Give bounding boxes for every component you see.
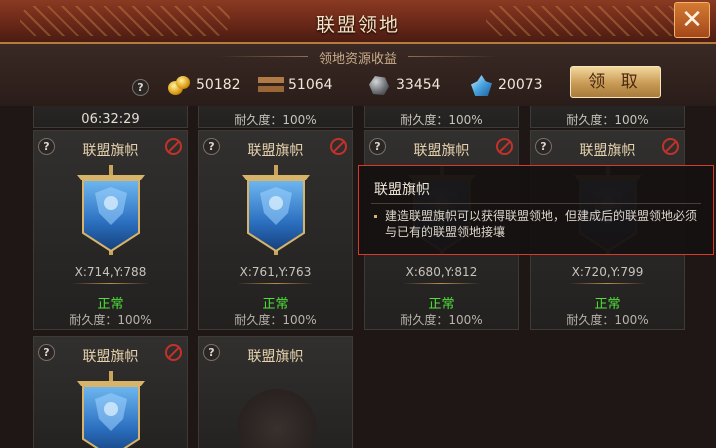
- demolish-icon[interactable]: [165, 344, 182, 361]
- status-text: 正常: [428, 297, 455, 312]
- durability-text: 耐久度：100%: [566, 113, 649, 127]
- crystal-value: 20073: [498, 77, 543, 93]
- card-title: 联盟旗帜: [413, 143, 470, 159]
- durability-text: 耐久度：100%: [400, 113, 483, 127]
- alliance-flag-icon: [71, 165, 151, 255]
- divider: [408, 56, 498, 57]
- territory-card-partial[interactable]: 06:32:29: [33, 106, 188, 128]
- alliance-flag-icon: [236, 165, 316, 255]
- card-title: 联盟旗帜: [247, 143, 304, 159]
- territory-card-empty[interactable]: ? 联盟旗帜: [198, 336, 353, 448]
- crystal-icon: [468, 74, 494, 96]
- bullet-icon: [374, 215, 377, 218]
- resource-wood: 51064: [258, 72, 333, 98]
- divider: [371, 203, 701, 204]
- status-text: 正常: [97, 297, 124, 312]
- wood-value: 51064: [288, 77, 333, 93]
- window-title: 联盟领地: [315, 14, 400, 36]
- resource-stone: 33454: [366, 72, 441, 98]
- divider: [403, 283, 480, 284]
- gold-icon: [166, 74, 192, 96]
- resource-gold: 50182: [166, 72, 241, 98]
- gold-value: 50182: [196, 77, 241, 93]
- status-text: 正常: [594, 297, 621, 312]
- stone-value: 33454: [396, 77, 441, 93]
- durability-text: 耐久度：100%: [566, 313, 649, 327]
- coordinate-link[interactable]: X:680,Y:812: [365, 265, 518, 279]
- territory-card-partial[interactable]: 耐久度：100%: [530, 106, 685, 128]
- claim-button[interactable]: 领 取: [570, 66, 661, 98]
- divider: [237, 283, 314, 284]
- resource-help-icon[interactable]: ?: [132, 79, 149, 96]
- title-bar: 联盟领地 ✕: [0, 0, 716, 44]
- demolish-icon[interactable]: [496, 138, 513, 155]
- alliance-territory-window: 联盟领地 ✕ 领地资源收益 ? 50182 51064 33454 20073 …: [0, 0, 716, 448]
- status-text: 正常: [262, 297, 289, 312]
- stone-icon: [366, 74, 392, 96]
- tooltip-body: 建造联盟旗帜可以获得联盟领地，但建成后的联盟领地必须与已有的联盟领地接壤: [385, 209, 698, 239]
- demolish-icon[interactable]: [662, 138, 679, 155]
- durability-text: 耐久度：100%: [69, 313, 152, 327]
- durability-text: 耐久度：100%: [234, 313, 317, 327]
- divider: [569, 283, 646, 284]
- card-title: 联盟旗帜: [82, 143, 139, 159]
- durability-text: 耐久度：100%: [234, 113, 317, 127]
- alliance-flag-icon: [71, 371, 151, 448]
- card-title: 联盟旗帜: [82, 349, 139, 365]
- territory-card-partial[interactable]: 耐久度：100%: [364, 106, 519, 128]
- card-title: 联盟旗帜: [579, 143, 636, 159]
- close-button[interactable]: ✕: [674, 2, 710, 38]
- wood-icon: [258, 74, 284, 96]
- card-title: 联盟旗帜: [247, 349, 304, 365]
- flag-tooltip: 联盟旗帜 建造联盟旗帜可以获得联盟领地，但建成后的联盟领地必须与已有的联盟领地接…: [358, 165, 714, 255]
- coordinate-link[interactable]: X:720,Y:799: [531, 265, 684, 279]
- territory-card-partial[interactable]: 耐久度：100%: [198, 106, 353, 128]
- divider: [72, 283, 149, 284]
- empty-slot-emblem: [237, 389, 317, 448]
- resource-income-bar: 领地资源收益 ? 50182 51064 33454 20073 领 取: [0, 44, 716, 107]
- territory-card[interactable]: ? 联盟旗帜 X:761,Y:763 正常 耐久度：100%: [198, 130, 353, 330]
- coordinate-link[interactable]: X:761,Y:763: [199, 265, 352, 279]
- rebuild-timer: 06:32:29: [81, 112, 140, 127]
- territory-grid[interactable]: 06:32:29 耐久度：100% 耐久度：100% 耐久度：100% ? 联盟…: [0, 106, 716, 448]
- territory-card[interactable]: ? 联盟旗帜: [33, 336, 188, 448]
- demolish-icon[interactable]: [165, 138, 182, 155]
- close-icon: ✕: [681, 5, 703, 35]
- tooltip-title: 联盟旗帜: [374, 182, 430, 198]
- durability-text: 耐久度：100%: [400, 313, 483, 327]
- resource-section-title: 领地资源收益: [318, 52, 397, 67]
- coordinate-link[interactable]: X:714,Y:788: [34, 265, 187, 279]
- resource-crystal: 20073: [468, 72, 543, 98]
- territory-card[interactable]: ? 联盟旗帜 X:714,Y:788 正常 耐久度：100%: [33, 130, 188, 330]
- demolish-icon[interactable]: [330, 138, 347, 155]
